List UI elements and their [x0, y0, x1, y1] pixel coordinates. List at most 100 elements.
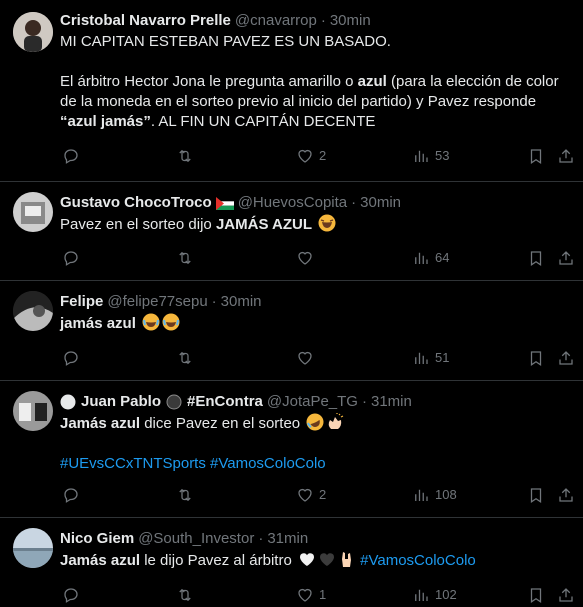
timestamp[interactable]: 30min [330, 11, 371, 31]
reply-icon [64, 351, 78, 366]
retweet-icon [179, 588, 191, 602]
bold-text: Jamás azul [60, 552, 141, 569]
views-icon [415, 589, 428, 601]
bookmark-icon [530, 588, 542, 603]
bookmark-icon [530, 149, 542, 164]
hashtag-link[interactable]: #VamosColoColo [360, 552, 476, 569]
white-heart-emoji-icon [299, 553, 314, 566]
bookmark-icon [530, 251, 542, 266]
views-icon [415, 150, 428, 162]
tweet[interactable]: Nico Giem @South_Investor · 31min Jamás … [0, 518, 583, 603]
share-button[interactable] [557, 483, 575, 507]
like-button[interactable]: 2 [296, 483, 326, 507]
avatar[interactable] [13, 391, 53, 431]
share-button[interactable] [557, 246, 575, 270]
timestamp[interactable]: 30min [360, 193, 401, 213]
tweet[interactable]: Felipe @felipe77sepu · 30min jamás azul … [0, 281, 583, 381]
retweet-button[interactable] [176, 346, 194, 370]
author-handle[interactable]: @South_Investor [138, 529, 254, 549]
avatar[interactable] [13, 192, 53, 232]
retweet-button[interactable] [176, 583, 194, 607]
separator-dot: · [320, 12, 326, 29]
bold-text: “azul jamás” [60, 113, 151, 130]
bookmark-button[interactable] [527, 246, 545, 270]
share-icon [559, 251, 573, 265]
heart-icon [298, 351, 312, 365]
retweet-button[interactable] [176, 246, 194, 270]
view-count: 108 [435, 487, 457, 502]
separator-dot: · [351, 194, 357, 211]
tweet[interactable]: Juan Pablo #EnContra @JotaPe_TG · 31min … [0, 381, 583, 518]
separator-dot: · [211, 293, 217, 310]
author-name[interactable]: Gustavo ChocoTroco [60, 193, 212, 213]
author-name[interactable]: Felipe [60, 292, 103, 312]
views-icon [415, 489, 428, 501]
black-circle-icon [166, 394, 182, 410]
avatar[interactable] [13, 291, 53, 331]
avatar[interactable] [13, 528, 53, 568]
reply-button[interactable] [62, 346, 80, 370]
retweet-icon [179, 351, 191, 365]
reply-button[interactable] [62, 246, 80, 270]
bookmark-icon [530, 351, 542, 366]
reply-button[interactable] [62, 583, 80, 607]
tweet-paragraph: MI CAPITAN ESTEBAN PAVEZ ES UN BASADO. [60, 33, 391, 50]
bookmark-button[interactable] [527, 144, 545, 168]
like-button[interactable] [296, 346, 314, 370]
timestamp[interactable]: 31min [371, 392, 412, 412]
views-button[interactable]: 53 [412, 144, 449, 168]
text-segment: El árbitro Hector Jona le pregunta amari… [60, 73, 358, 90]
author-name[interactable]: Cristobal Navarro Prelle [60, 11, 231, 31]
retweet-button[interactable] [176, 483, 194, 507]
share-button[interactable] [557, 346, 575, 370]
views-button[interactable]: 51 [412, 346, 449, 370]
author-name[interactable]: Nico Giem [60, 529, 134, 549]
share-button[interactable] [557, 144, 575, 168]
share-button[interactable] [557, 583, 575, 607]
retweet-button[interactable] [176, 144, 194, 168]
bookmark-button[interactable] [527, 583, 545, 607]
tweet[interactable]: Cristobal Navarro Prelle @cnavarrop · 30… [0, 0, 583, 182]
bold-text: Jamás azul [60, 415, 141, 432]
views-button[interactable]: 108 [412, 483, 457, 507]
tweet-text: Pavez en el sorteo dijo JAMÁS AZUL [60, 214, 571, 235]
bookmark-button[interactable] [527, 346, 545, 370]
text-segment: . AL FIN UN CAPITÁN DECENTE [150, 113, 376, 130]
hashtag-link[interactable]: #UEvsCCxTNTSports #VamosColoColo [60, 455, 326, 472]
white-circle-icon [60, 394, 76, 410]
share-icon [559, 351, 573, 365]
retweet-icon [179, 251, 191, 265]
reply-button[interactable] [62, 144, 80, 168]
timestamp[interactable]: 31min [267, 529, 308, 549]
author-handle[interactable]: @cnavarrop [235, 11, 317, 31]
views-button[interactable]: 64 [412, 246, 449, 270]
share-icon [559, 488, 573, 502]
tweet-text: Jamás azul dice Pavez en el sorteo #UEvs… [60, 413, 571, 474]
tweet-paragraph: #UEvsCCxTNTSports #VamosColoColo [60, 454, 571, 474]
reply-icon [64, 488, 78, 503]
author-handle[interactable]: @HuevosCopita [238, 193, 347, 213]
view-count: 51 [435, 350, 450, 365]
like-button[interactable] [296, 246, 314, 270]
timestamp[interactable]: 30min [221, 292, 262, 312]
bold-text: jamás azul [60, 315, 136, 332]
author-handle[interactable]: @JotaPe_TG [267, 392, 358, 412]
avatar[interactable] [13, 12, 53, 52]
retweet-icon [179, 488, 191, 502]
bookmark-button[interactable] [527, 483, 545, 507]
reply-icon [64, 251, 78, 266]
like-count: 1 [319, 587, 327, 602]
tweet[interactable]: Gustavo ChocoTroco @HuevosCopita · 30min… [0, 182, 583, 281]
views-button[interactable]: 102 [412, 583, 457, 607]
black-heart-emoji-icon [319, 553, 334, 566]
author-handle[interactable]: @felipe77sepu [107, 292, 207, 312]
sign-of-horns-emoji-icon [341, 552, 351, 567]
author-name[interactable]: Juan Pablo [81, 392, 161, 412]
separator-dot: · [258, 530, 264, 547]
like-button[interactable]: 2 [296, 144, 326, 168]
reply-button[interactable] [62, 483, 80, 507]
author-name-hashtag[interactable]: #EnContra [187, 392, 263, 412]
action-bar: 2 53 [60, 144, 577, 168]
share-icon [559, 588, 573, 602]
like-button[interactable]: 1 [296, 583, 326, 607]
